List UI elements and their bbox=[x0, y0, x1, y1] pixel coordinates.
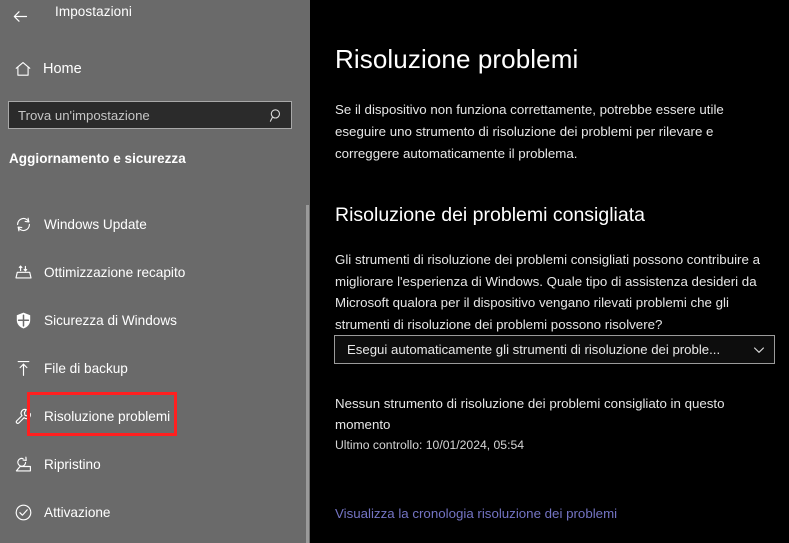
sidebar-item-label: Ripristino bbox=[44, 456, 101, 472]
sidebar-item-windows-update[interactable]: Windows Update bbox=[0, 200, 300, 248]
home-icon bbox=[5, 60, 41, 78]
section-description: Gli strumenti di risoluzione dei problem… bbox=[335, 252, 760, 332]
sidebar-item-attivazione[interactable]: Attivazione bbox=[0, 488, 300, 536]
page-title: Risoluzione problemi bbox=[335, 44, 579, 74]
back-arrow-icon[interactable] bbox=[7, 3, 33, 29]
title-bar: Impostazioni bbox=[0, 0, 310, 30]
sidebar-item-label-home: Home bbox=[43, 61, 82, 77]
shield-icon bbox=[5, 311, 41, 330]
dropdown-selected-value: Esegui automaticamente gli strumenti di … bbox=[347, 342, 721, 357]
sidebar-item-sicurezza-di-windows[interactable]: Sicurezza di Windows bbox=[0, 296, 300, 344]
sidebar-scrollbar[interactable] bbox=[306, 205, 309, 543]
sidebar-item-label: Ottimizzazione recapito bbox=[44, 264, 186, 280]
sidebar-item-label: File di backup bbox=[44, 360, 128, 376]
recovery-icon bbox=[5, 455, 41, 474]
wrench-icon bbox=[5, 407, 41, 426]
settings-window: Impostazioni Home Aggiornamento e sicure… bbox=[0, 0, 789, 543]
check-circle-icon bbox=[5, 503, 41, 522]
section-title-recommended: Risoluzione dei problemi consigliata bbox=[335, 204, 646, 226]
last-check-timestamp: Ultimo controllo: 10/01/2024, 05:54 bbox=[335, 438, 525, 452]
sidebar-item-label: Attivazione bbox=[44, 504, 111, 520]
search-input[interactable] bbox=[18, 107, 261, 123]
sidebar-item-ripristino[interactable]: Ripristino bbox=[0, 440, 300, 488]
sidebar-item-label: Windows Update bbox=[44, 216, 147, 232]
app-title: Impostazioni bbox=[55, 4, 132, 19]
status-text: Nessun strumento di risoluzione dei prob… bbox=[335, 396, 725, 432]
search-box[interactable] bbox=[8, 101, 292, 129]
sync-refresh-icon bbox=[5, 215, 41, 234]
intro-description: Se il dispositivo non funziona correttam… bbox=[335, 102, 724, 161]
sidebar-item-ottimizzazione-recapito[interactable]: Ottimizzazione recapito bbox=[0, 248, 300, 296]
delivery-optimization-icon bbox=[5, 263, 41, 282]
main-content: Risoluzione problemi Se il dispositivo n… bbox=[310, 0, 789, 543]
sidebar-item-label: Risoluzione problemi bbox=[44, 408, 171, 424]
sidebar-item-file-di-backup[interactable]: File di backup bbox=[0, 344, 300, 392]
sidebar-item-risoluzione-problemi[interactable]: Risoluzione problemi bbox=[0, 392, 300, 440]
sidebar-item-label: Sicurezza di Windows bbox=[44, 312, 177, 328]
search-icon[interactable] bbox=[261, 108, 291, 123]
upload-arrow-icon bbox=[5, 359, 41, 378]
chevron-down-icon[interactable] bbox=[744, 343, 774, 357]
recommended-troubleshooting-dropdown[interactable]: Esegui automaticamente gli strumenti di … bbox=[334, 335, 775, 364]
sidebar: Impostazioni Home Aggiornamento e sicure… bbox=[0, 0, 310, 543]
sidebar-item-home[interactable]: Home bbox=[0, 53, 300, 85]
troubleshooting-history-link[interactable]: Visualizza la cronologia risoluzione dei… bbox=[335, 506, 617, 521]
sidebar-nav: Windows Update Ottimizzazione recapito S… bbox=[0, 200, 300, 536]
sidebar-group-header: Aggiornamento e sicurezza bbox=[9, 151, 186, 166]
